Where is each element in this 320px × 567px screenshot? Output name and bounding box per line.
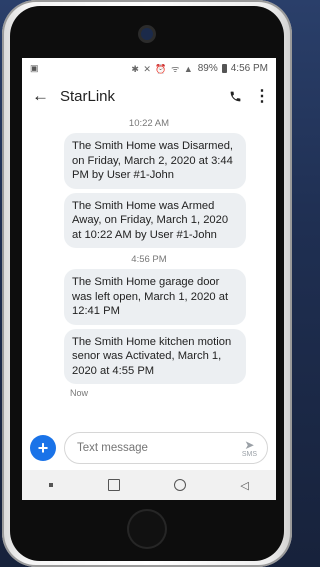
app-bar: ← StarLink ⋮ (22, 78, 276, 114)
battery-icon (221, 63, 227, 73)
message-status: Now (70, 388, 89, 398)
more-vert-icon[interactable]: ⋮ (254, 86, 270, 106)
nav-dot-icon (49, 483, 54, 487)
system-nav-bar: ◁ (22, 470, 276, 500)
home-button[interactable] (127, 509, 167, 549)
send-label: SMS (241, 450, 257, 458)
status-time: 4:56 PM (230, 62, 268, 74)
home-icon[interactable] (173, 479, 186, 491)
back-triangle-icon[interactable]: ◁ (240, 479, 248, 492)
timestamp: 4:56 PM (131, 254, 167, 265)
message-input-box[interactable]: ➤ SMS (64, 432, 268, 464)
message-bubble[interactable]: The Smith Home garage door was left open… (64, 269, 246, 325)
message-bubble[interactable]: The Smith Home was Disarmed, on Friday, … (64, 133, 246, 189)
front-camera (141, 28, 153, 40)
conversation-title: StarLink (60, 87, 116, 105)
status-icons: ✱ ✕ ⏰ ᯤ ▲ (131, 63, 194, 74)
message-input[interactable] (75, 441, 242, 455)
timestamp: 10:22 AM (128, 118, 170, 129)
sim-icon: ▣ (30, 62, 39, 73)
recent-apps-icon[interactable] (107, 479, 120, 491)
send-icon: ➤ (244, 437, 255, 452)
status-bar: ▣ ✱ ✕ ⏰ ᯤ ▲ 89% 4:56 PM (22, 58, 276, 78)
battery-percent: 89% (197, 62, 218, 74)
phone-body: ▣ ✱ ✕ ⏰ ᯤ ▲ 89% 4:56 PM ← StarLink ⋮ 10:… (2, 0, 292, 567)
send-sms-button[interactable]: ➤ SMS (242, 439, 257, 458)
arrow-left-icon[interactable]: ← (32, 86, 54, 106)
message-bubble[interactable]: The Smith Home kitchen motion senor was … (64, 328, 246, 384)
message-bubble[interactable]: The Smith Home was Armed Away, on Friday… (64, 192, 246, 248)
plus-icon[interactable]: + (30, 435, 56, 461)
message-list: 10:22 AM The Smith Home was Disarmed, on… (22, 118, 276, 398)
phone-screen: ▣ ✱ ✕ ⏰ ᯤ ▲ 89% 4:56 PM ← StarLink ⋮ 10:… (22, 58, 276, 500)
phone-icon[interactable] (226, 90, 244, 103)
composer: + ➤ SMS (22, 428, 276, 468)
